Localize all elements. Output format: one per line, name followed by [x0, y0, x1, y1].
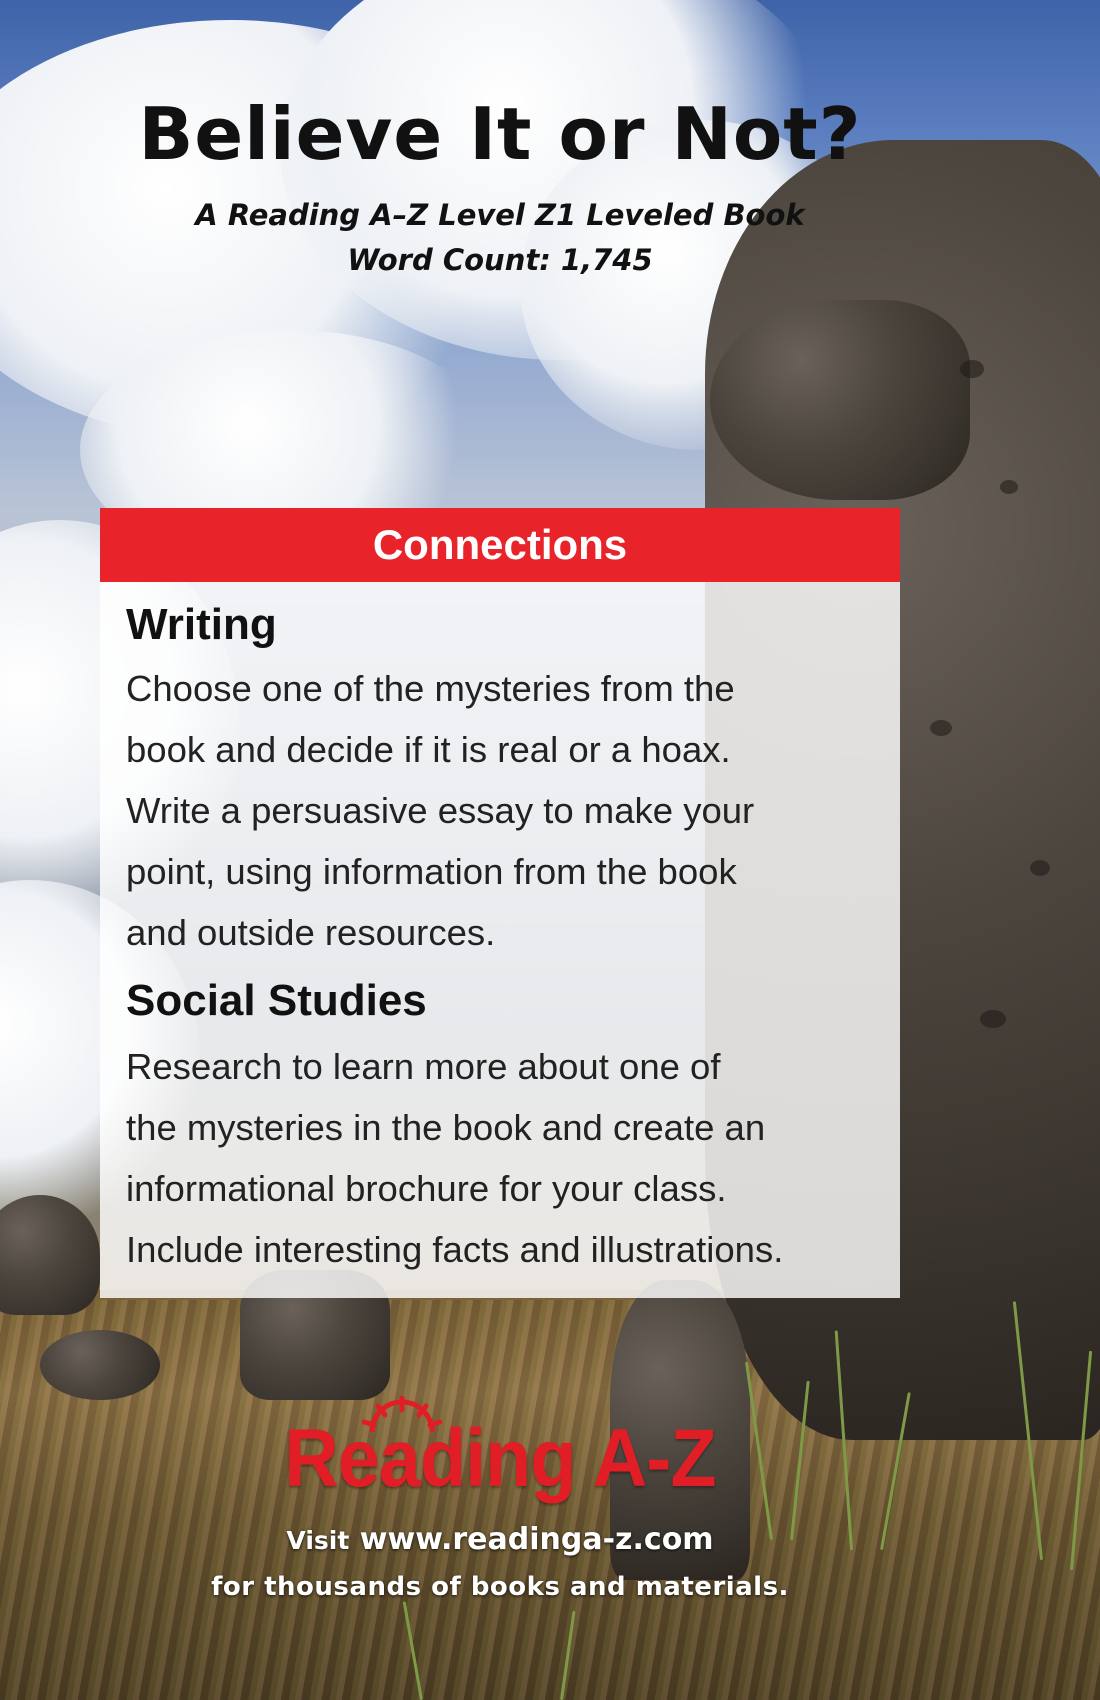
rock-pit [980, 1010, 1006, 1028]
connections-header-bar: Connections [100, 508, 900, 582]
connections-heading: Connections [372, 521, 628, 568]
rock-pit [1000, 480, 1018, 494]
level-line: A Reading A–Z Level Z1 Leveled Book [195, 198, 805, 232]
writing-heading: Writing [126, 600, 277, 649]
body-line: Research to learn more about one of [126, 1046, 721, 1087]
rock-pit [1030, 860, 1050, 876]
rock-pit [960, 360, 984, 378]
writing-body: Choose one of the mysteries from the boo… [126, 658, 896, 963]
body-line: and outside resources. [126, 912, 496, 953]
visit-word: Visit [286, 1526, 350, 1555]
rock-pit [930, 720, 952, 736]
body-line: the mysteries in the book and create an [126, 1107, 766, 1148]
tagline: for thousands of books and materials. [211, 1572, 789, 1602]
body-line: Choose one of the mysteries from the [126, 668, 735, 709]
book-title: Believe It or Not? [138, 92, 862, 176]
moai-statue-small [40, 1330, 160, 1400]
reading-az-logo: Reading A-Z [284, 1413, 716, 1504]
social-studies-body: Research to learn more about one of the … [126, 1036, 896, 1280]
body-line: informational brochure for your class. [126, 1168, 727, 1209]
body-line: point, using information from the book [126, 851, 737, 892]
website-link[interactable]: www.readinga-z.com [360, 1522, 714, 1557]
body-line: book and decide if it is real or a hoax. [126, 729, 731, 770]
body-line: Include interesting facts and illustrati… [126, 1229, 784, 1270]
body-line: Write a persuasive essay to make your [126, 790, 755, 831]
moai-brow [710, 300, 970, 500]
connections-panel: Connections Writing Choose one of the my… [100, 508, 900, 1298]
social-studies-heading: Social Studies [126, 976, 427, 1025]
word-count-line: Word Count: 1,745 [347, 243, 653, 277]
visit-line: Visit www.readinga-z.com [0, 1522, 1000, 1557]
